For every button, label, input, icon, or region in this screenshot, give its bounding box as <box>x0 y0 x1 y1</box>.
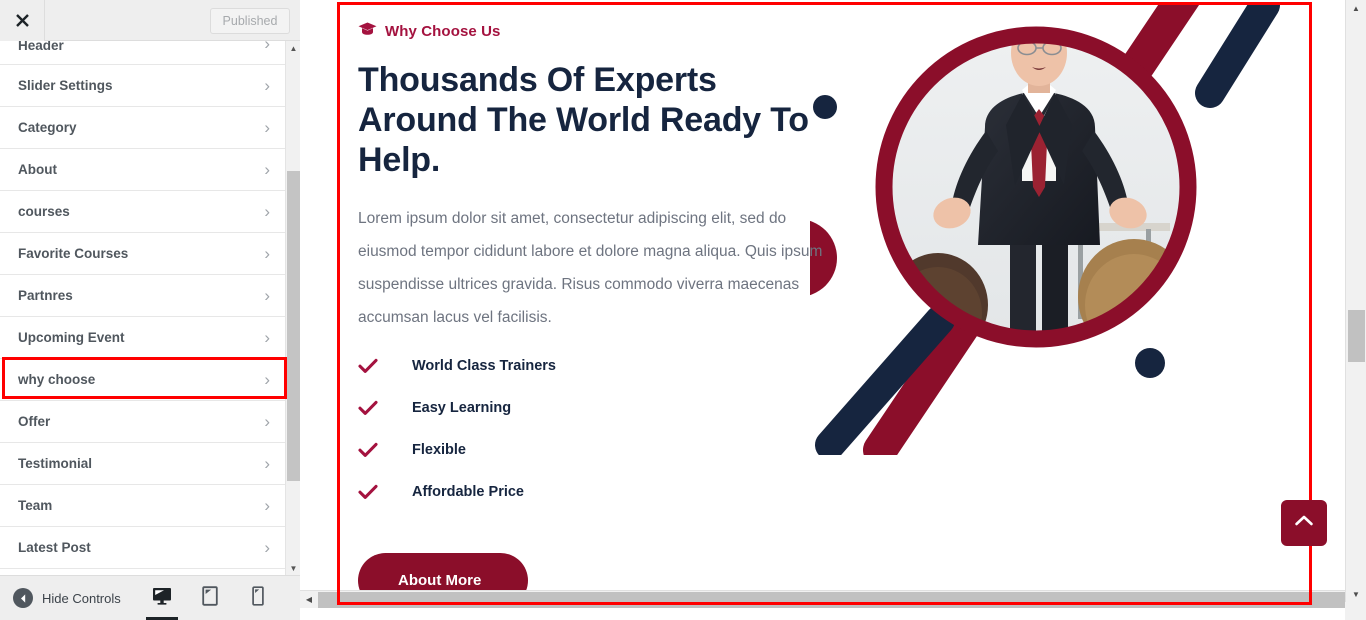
chevron-right-icon: › <box>264 454 270 473</box>
sidebar-item-category[interactable]: Category › <box>0 107 292 149</box>
preview-frame: Why Choose Us Thousands Of Experts Aroun… <box>300 0 1345 608</box>
check-icon <box>358 484 398 500</box>
graduation-cap-icon <box>358 22 377 41</box>
collapse-arrow-icon <box>13 588 33 608</box>
chevron-right-icon: › <box>264 202 270 221</box>
check-icon <box>358 400 398 416</box>
sidebar-item-label: courses <box>18 204 70 219</box>
vertical-scrollbar-thumb[interactable] <box>1348 310 1365 362</box>
chevron-right-icon: › <box>264 286 270 305</box>
device-tablet-button[interactable] <box>197 576 223 620</box>
hide-controls-button[interactable]: Hide Controls <box>13 588 121 608</box>
mobile-icon <box>252 585 264 611</box>
chevron-right-icon: › <box>264 412 270 431</box>
section-body-text: Lorem ipsum dolor sit amet, consectetur … <box>358 210 823 326</box>
chevron-right-icon: › <box>264 370 270 389</box>
chevron-right-icon: › <box>264 244 270 263</box>
sidebar-item-label: Testimonial <box>18 456 93 471</box>
horizontal-scrollbar-thumb[interactable] <box>318 591 1345 608</box>
scroll-down-icon[interactable]: ▼ <box>286 561 301 575</box>
scroll-left-icon[interactable]: ◀ <box>300 591 318 608</box>
sidebar-item-favorite-courses[interactable]: Favorite Courses › <box>0 233 292 275</box>
chevron-right-icon: › <box>264 76 270 95</box>
list-item: Easy Learning <box>358 387 788 429</box>
sidebar-scrollbar[interactable]: ▲ ▼ <box>285 41 301 575</box>
decorative-dot-navy-bottom <box>1135 348 1165 378</box>
sidebar-item-header[interactable]: Header › <box>0 41 292 65</box>
sidebar-item-label: Latest Post <box>18 540 91 555</box>
sidebar-item-why-choose[interactable]: why choose › <box>0 359 292 401</box>
sidebar-item-label: Offer <box>18 414 51 429</box>
sidebar-item-latest-post[interactable]: Latest Post › <box>0 527 292 569</box>
scroll-to-top-button[interactable] <box>1281 500 1327 546</box>
list-item: Flexible <box>358 429 788 471</box>
preview-horizontal-scrollbar[interactable]: ◀ <box>300 590 1345 608</box>
feature-label: Affordable Price <box>412 484 524 500</box>
chevron-right-icon: › <box>264 160 270 179</box>
sidebar-item-partnres[interactable]: Partnres › <box>0 275 292 317</box>
list-item: World Class Trainers <box>358 345 788 387</box>
desktop-icon <box>152 587 172 610</box>
scrollbar-thumb[interactable] <box>287 171 300 481</box>
chevron-up-icon <box>1294 514 1314 532</box>
sidebar-item-label: Team <box>18 498 53 513</box>
customizer-header: Published <box>0 0 300 41</box>
chevron-right-icon: › <box>264 496 270 515</box>
customizer-screen: Published Header › Slider Settings › Cat… <box>0 0 1366 620</box>
chevron-right-icon: › <box>264 328 270 347</box>
hide-controls-label: Hide Controls <box>42 590 121 606</box>
feature-label: Easy Learning <box>412 400 512 416</box>
feature-label: Flexible <box>412 442 466 458</box>
sidebar-item-offer[interactable]: Offer › <box>0 401 292 443</box>
publish-label: Published <box>222 14 278 28</box>
sidebar-item-upcoming-event[interactable]: Upcoming Event › <box>0 317 292 359</box>
feature-list: World Class Trainers Easy Learning Flexi… <box>358 345 788 513</box>
chevron-right-icon: › <box>264 41 270 53</box>
hero-illustration <box>810 5 1280 455</box>
sidebar-item-label: Partnres <box>18 288 73 303</box>
section-eyebrow: Why Choose Us <box>358 22 500 41</box>
scroll-down-icon[interactable]: ▼ <box>1346 586 1366 603</box>
scrollbar-corner <box>1345 602 1366 620</box>
list-item: Affordable Price <box>358 471 788 513</box>
close-icon <box>15 13 30 28</box>
sidebar-item-team[interactable]: Team › <box>0 485 292 527</box>
scroll-up-icon[interactable]: ▲ <box>286 41 301 55</box>
section-headline: Thousands Of Experts Around The World Re… <box>358 61 809 179</box>
preview-vertical-scrollbar[interactable]: ▲ ▼ <box>1345 0 1366 620</box>
feature-label: World Class Trainers <box>412 358 556 374</box>
sidebar-item-label: Upcoming Event <box>18 330 125 345</box>
publish-button[interactable]: Published <box>210 8 290 34</box>
chevron-right-icon: › <box>264 538 270 557</box>
chevron-right-icon: › <box>264 118 270 137</box>
close-button[interactable] <box>0 0 45 41</box>
check-icon <box>358 358 398 374</box>
sidebar-item-courses[interactable]: courses › <box>0 191 292 233</box>
device-mobile-button[interactable] <box>245 576 271 620</box>
why-choose-section[interactable]: Why Choose Us Thousands Of Experts Aroun… <box>340 5 1309 605</box>
sidebar-item-label: why choose <box>18 372 96 387</box>
sidebar-item-label: Category <box>18 120 77 135</box>
customizer-panel: Published Header › Slider Settings › Cat… <box>0 0 301 620</box>
why-choose-graphic <box>810 5 1309 455</box>
eyebrow-label: Why Choose Us <box>385 23 501 40</box>
section-list[interactable]: Header › Slider Settings › Category › Ab… <box>0 41 292 575</box>
check-icon <box>358 442 398 458</box>
device-desktop-button[interactable] <box>145 576 178 620</box>
sidebar-item-label: Slider Settings <box>18 78 113 93</box>
customizer-footer: Hide Controls <box>0 575 300 620</box>
scroll-up-icon[interactable]: ▲ <box>1346 0 1366 17</box>
site-preview: Why Choose Us Thousands Of Experts Aroun… <box>300 0 1366 620</box>
sidebar-item-label: Header <box>18 41 64 53</box>
sidebar-item-slider-settings[interactable]: Slider Settings › <box>0 65 292 107</box>
sidebar-item-label: Favorite Courses <box>18 246 129 261</box>
sidebar-item-testimonial[interactable]: Testimonial › <box>0 443 292 485</box>
sidebar-item-about[interactable]: About › <box>0 149 292 191</box>
tablet-icon <box>202 585 218 611</box>
sidebar-item-label: About <box>18 162 57 177</box>
device-preview-switcher <box>145 576 271 620</box>
